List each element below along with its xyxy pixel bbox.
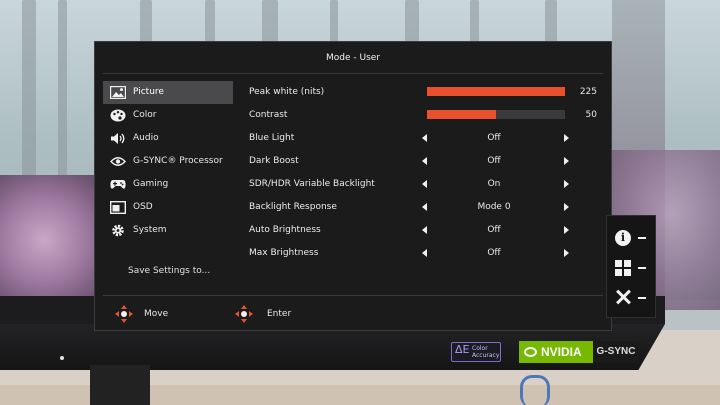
enter-hint: Enter <box>267 309 292 319</box>
nav-item-gaming[interactable]: Gaming <box>103 173 233 196</box>
setting-label: Max Brightness <box>249 248 319 258</box>
nav-item-audio[interactable]: Audio <box>103 127 233 150</box>
monitor-stand <box>90 365 150 405</box>
setting-max-brightness[interactable]: Max Brightness Off <box>249 242 599 265</box>
setting-value: On <box>487 179 501 189</box>
setting-value: Off <box>487 133 501 143</box>
nvidia-badge: NVIDIA <box>519 341 593 363</box>
arrow-right-icon[interactable] <box>564 180 569 188</box>
setting-label: SDR/HDR Variable Backlight <box>249 179 375 189</box>
color-accuracy-text: Color Accuracy <box>472 345 500 359</box>
divider <box>103 73 603 74</box>
setting-backlight-response[interactable]: Backlight Response Mode 0 <box>249 196 599 219</box>
dash-icon <box>638 267 646 269</box>
cable <box>520 375 550 405</box>
info-icon: i <box>615 230 631 246</box>
setting-variable-backlight[interactable]: SDR/HDR Variable Backlight On <box>249 173 599 196</box>
nav-item-label: Color <box>133 110 157 120</box>
osd-window-icon <box>110 201 126 214</box>
gear-icon <box>112 224 124 237</box>
dash-icon <box>638 237 646 239</box>
nav-item-system[interactable]: System <box>103 219 233 242</box>
setting-value: Off <box>487 225 501 235</box>
nav-item-color[interactable]: Color <box>103 104 233 127</box>
setting-label: Peak white (nits) <box>249 87 325 97</box>
contrast-slider[interactable] <box>427 110 565 119</box>
setting-dark-boost[interactable]: Dark Boost Off <box>249 150 599 173</box>
nav-item-label: OSD <box>133 202 153 212</box>
picture-icon <box>110 86 126 99</box>
gamepad-icon <box>110 180 126 189</box>
setting-label: Dark Boost <box>249 156 299 166</box>
setting-label: Contrast <box>249 110 288 120</box>
arrow-right-icon[interactable] <box>564 134 569 142</box>
hotkey-panel: i <box>606 215 656 318</box>
nav-item-gsync-processor[interactable]: G-SYNC® Processor <box>103 150 233 173</box>
arrow-left-icon[interactable] <box>422 203 427 211</box>
move-hint: Move <box>144 309 169 319</box>
peak-white-slider[interactable] <box>427 87 565 96</box>
nvidia-eye-icon <box>524 347 537 357</box>
arrow-left-icon[interactable] <box>422 249 427 257</box>
slider-value: 50 <box>585 110 597 120</box>
arrow-right-icon[interactable] <box>564 157 569 165</box>
nav-item-osd[interactable]: OSD <box>103 196 233 219</box>
setting-contrast[interactable]: Contrast 50 <box>249 104 599 127</box>
arrow-right-icon[interactable] <box>564 203 569 211</box>
nvidia-eye-icon <box>110 157 126 166</box>
slider-fill <box>427 87 565 96</box>
enter-dpad-icon <box>235 305 253 323</box>
arrow-right-icon[interactable] <box>564 249 569 257</box>
setting-label: Blue Light <box>249 133 295 143</box>
power-led <box>60 356 64 360</box>
hotkey-info[interactable]: i <box>615 228 651 248</box>
nav-item-picture[interactable]: Picture <box>103 81 233 104</box>
slider-fill <box>427 110 496 119</box>
gsync-badge: G-SYNC <box>593 341 639 363</box>
setting-value: Off <box>487 156 501 166</box>
speaker-icon <box>111 133 125 144</box>
dash-icon <box>638 297 646 299</box>
nav-item-label: Gaming <box>133 179 169 189</box>
setting-label: Backlight Response <box>249 202 337 212</box>
setting-value: Off <box>487 248 501 258</box>
nav-item-label: G-SYNC® Processor <box>133 156 223 166</box>
palette-icon <box>110 109 126 122</box>
osd-nav: Picture Color Audio G-SYNC® Processor Ga… <box>103 81 233 242</box>
osd-menu: Mode - User Picture Color Audio G-SYNC® … <box>94 41 612 331</box>
setting-value: Mode 0 <box>477 202 511 212</box>
move-dpad-icon <box>115 305 133 323</box>
setting-peak-white[interactable]: Peak white (nits) 225 <box>249 81 599 104</box>
arrow-left-icon[interactable] <box>422 134 427 142</box>
osd-title: Mode - User <box>325 53 380 63</box>
setting-label: Auto Brightness <box>249 225 321 235</box>
arrow-right-icon[interactable] <box>564 226 569 234</box>
color-accuracy-badge: ΔE Color Accuracy <box>451 342 501 362</box>
hotkey-grid[interactable] <box>615 258 651 278</box>
delta-e-symbol: ΔE <box>455 343 470 356</box>
nvidia-text: NVIDIA <box>541 345 582 359</box>
nav-item-label: Audio <box>133 133 159 143</box>
divider <box>103 295 603 296</box>
settings-list: Peak white (nits) 225 Contrast 50 Blue L… <box>249 81 599 265</box>
save-settings-button[interactable]: Save Settings to... <box>128 266 210 276</box>
setting-auto-brightness[interactable]: Auto Brightness Off <box>249 219 599 242</box>
arrow-left-icon[interactable] <box>422 226 427 234</box>
arrow-left-icon[interactable] <box>422 157 427 165</box>
arrow-left-icon[interactable] <box>422 180 427 188</box>
hotkey-close[interactable] <box>615 288 651 308</box>
setting-blue-light[interactable]: Blue Light Off <box>249 127 599 150</box>
slider-value: 225 <box>579 87 597 97</box>
nav-item-label: Picture <box>133 87 164 97</box>
nav-item-label: System <box>133 225 167 235</box>
